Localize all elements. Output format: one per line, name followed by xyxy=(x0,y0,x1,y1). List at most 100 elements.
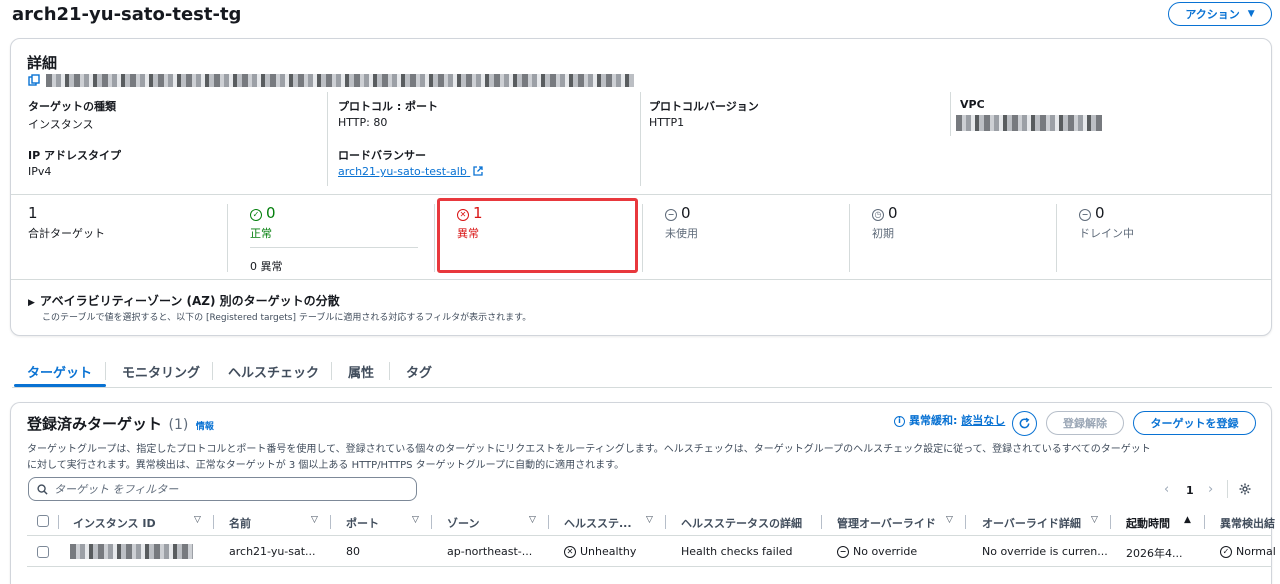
column-override-detail[interactable]: オーバーライド詳細 xyxy=(982,515,1081,531)
sort-icon: ▽ xyxy=(946,515,953,525)
unused-count[interactable]: −0 xyxy=(665,204,691,222)
tab-monitoring[interactable]: モニタリング xyxy=(122,362,200,381)
status-divider xyxy=(1056,204,1057,272)
sort-icon: ▽ xyxy=(412,515,419,525)
check-circle-icon: ✓ xyxy=(1220,546,1232,558)
highlight-box xyxy=(437,198,638,273)
column-name[interactable]: 名前 xyxy=(229,515,251,531)
redacted-vpc-id xyxy=(956,115,1102,131)
column-divider xyxy=(640,92,641,186)
table-row-divider xyxy=(27,566,1272,567)
row-zone: ap-northeast-... xyxy=(447,545,533,558)
current-page[interactable]: 1 xyxy=(1186,484,1194,497)
row-port: 80 xyxy=(346,545,360,558)
table-header-divider xyxy=(27,535,1272,536)
target-filter-placeholder: ターゲット をフィルター xyxy=(54,483,179,496)
column-zone[interactable]: ゾーン xyxy=(447,515,479,531)
caret-right-icon: ▶ xyxy=(28,298,35,308)
tab-attributes[interactable]: 属性 xyxy=(348,362,374,381)
column-divider xyxy=(327,92,328,186)
redacted-arn xyxy=(46,74,634,87)
row-override-detail: No override is curren... xyxy=(982,545,1108,558)
row-health-status: ✕ Unhealthy xyxy=(564,545,636,558)
tab-health-check[interactable]: ヘルスチェック xyxy=(228,362,319,381)
load-balancer-label: ロードバランサー xyxy=(338,149,426,162)
healthy-count[interactable]: ✓ 0 xyxy=(250,204,276,222)
column-anomaly-detection[interactable]: 異常検出結 xyxy=(1220,515,1275,531)
targets-description-line-2: に対して実行されます。異常検出は、正常なターゲットが 3 個以上ある HTTP/… xyxy=(27,460,625,471)
protocol-version-value: HTTP1 xyxy=(649,116,685,129)
clock-icon: ◷ xyxy=(872,209,884,221)
healthy-sub-divider xyxy=(250,247,418,248)
refresh-button[interactable] xyxy=(1012,411,1037,436)
active-tab-indicator xyxy=(14,384,106,387)
az-description: このテーブルで値を選択すると、以下の [Registered targets] … xyxy=(42,313,532,323)
section-divider xyxy=(11,194,1271,195)
tab-separator xyxy=(105,362,106,380)
target-type-value: インスタンス xyxy=(28,118,94,131)
initial-label: 初期 xyxy=(872,227,894,240)
next-page-icon[interactable]: › xyxy=(1208,482,1213,497)
vpc-label: VPC xyxy=(960,98,985,111)
copy-icon[interactable] xyxy=(28,74,40,86)
minus-circle-icon: − xyxy=(665,209,677,221)
column-health-status-detail[interactable]: ヘルスステータスの詳細 xyxy=(681,515,802,531)
info-link[interactable]: 情報 xyxy=(196,422,214,432)
column-port[interactable]: ポート xyxy=(346,515,379,531)
initial-count[interactable]: ◷ 0 xyxy=(872,204,898,222)
check-circle-icon: ✓ xyxy=(250,209,262,221)
tab-separator xyxy=(389,362,390,380)
external-link-icon xyxy=(473,166,483,176)
load-balancer-link[interactable]: arch21-yu-sato-test-alb xyxy=(338,165,483,178)
anomaly-mitigation-link[interactable]: i 異常緩和: 該当なし xyxy=(894,412,1005,428)
caret-down-icon: ▼ xyxy=(1247,9,1255,19)
tab-separator xyxy=(331,362,332,380)
tab-targets[interactable]: ターゲット xyxy=(27,362,92,381)
tab-tags[interactable]: タグ xyxy=(406,362,432,381)
deregister-button[interactable]: 登録解除 xyxy=(1046,411,1124,435)
protocol-version-label: プロトコルバージョン xyxy=(649,100,759,113)
prev-page-icon[interactable]: ‹ xyxy=(1164,482,1169,497)
sort-icon: ▽ xyxy=(529,515,536,525)
pagination-divider xyxy=(1227,480,1228,498)
column-divider xyxy=(950,92,951,136)
ip-type-label: IP アドレスタイプ xyxy=(28,149,121,162)
sort-icon: ▽ xyxy=(311,515,318,525)
row-checkbox[interactable] xyxy=(37,546,49,558)
protocol-port-label: プロトコル : ポート xyxy=(338,100,439,113)
draining-label: ドレイン中 xyxy=(1079,227,1134,240)
row-name: arch21-yu-sat... xyxy=(229,545,316,558)
minus-circle-icon: − xyxy=(837,546,849,558)
draining-count[interactable]: −0 xyxy=(1079,204,1105,222)
search-icon xyxy=(37,483,48,495)
total-targets-label: 合計ターゲット xyxy=(28,227,105,240)
sort-icon: ▽ xyxy=(646,515,653,525)
load-balancer-link-text: arch21-yu-sato-test-alb xyxy=(338,165,467,178)
x-circle-icon: ✕ xyxy=(564,546,576,558)
actions-button-label: アクション xyxy=(1185,8,1240,21)
total-targets-count: 1 xyxy=(28,204,38,222)
register-targets-button[interactable]: ターゲットを登録 xyxy=(1133,411,1256,435)
row-health-detail: Health checks failed xyxy=(681,545,793,558)
column-launch-time[interactable]: 起動時間 xyxy=(1126,515,1170,531)
status-divider xyxy=(434,204,435,272)
settings-gear-icon[interactable] xyxy=(1238,482,1252,496)
refresh-icon xyxy=(1019,417,1030,429)
column-instance-id[interactable]: インスタンス ID xyxy=(73,515,156,531)
info-icon: i xyxy=(894,415,905,427)
ip-type-value: IPv4 xyxy=(28,165,52,178)
status-divider xyxy=(849,204,850,272)
protocol-port-value: HTTP: 80 xyxy=(338,116,388,129)
registered-targets-count: (1) xyxy=(168,417,189,433)
details-heading: 詳細 xyxy=(27,54,58,72)
actions-button[interactable]: アクション ▼ xyxy=(1168,2,1272,26)
row-anomaly-result: ✓ Normal xyxy=(1220,545,1276,558)
az-distribution-toggle[interactable]: ▶ アベイラビリティーゾーン (AZ) 別のターゲットの分散 xyxy=(28,292,340,309)
redacted-instance-id[interactable] xyxy=(70,544,193,559)
tab-separator xyxy=(212,362,213,380)
column-health-status[interactable]: ヘルスステ... xyxy=(564,515,632,531)
target-filter-input[interactable]: ターゲット をフィルター xyxy=(28,477,417,501)
select-all-checkbox[interactable] xyxy=(37,515,49,527)
column-admin-override[interactable]: 管理オーバーライド xyxy=(837,515,936,531)
